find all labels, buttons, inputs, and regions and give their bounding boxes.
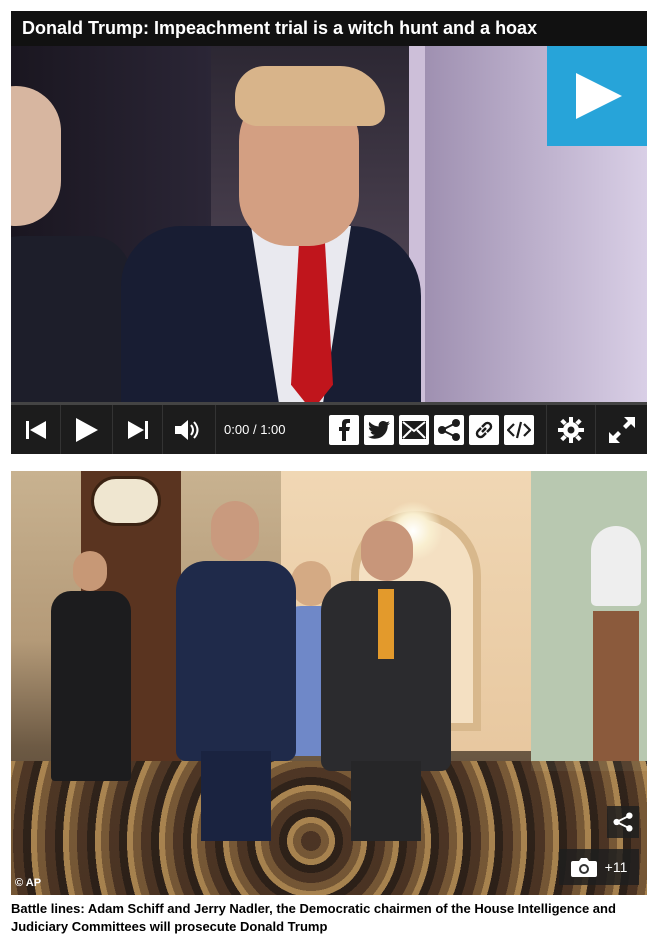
skip-back-icon: [25, 420, 46, 439]
video-title: Donald Trump: Impeachment trial is a wit…: [11, 11, 647, 46]
time-total: 1:00: [260, 422, 286, 437]
photo-clock-face: [91, 476, 161, 526]
skip-forward-button[interactable]: [113, 405, 163, 454]
share-icon: [438, 419, 460, 441]
facebook-icon: [339, 419, 350, 441]
skip-forward-icon: [127, 420, 148, 439]
copy-link-button[interactable]: [469, 415, 499, 445]
embed-icon: [507, 421, 531, 439]
time-current: 0:00: [224, 422, 250, 437]
photo-credit: © AP: [15, 877, 42, 889]
gear-icon: [558, 416, 584, 443]
person-main-hair: [235, 66, 385, 126]
share-icon: [613, 812, 633, 832]
photo-guard: [51, 551, 131, 781]
play-button[interactable]: [61, 405, 113, 454]
photo-man-right: [321, 521, 451, 841]
email-icon: [402, 421, 426, 439]
fullscreen-button[interactable]: [596, 405, 647, 454]
link-icon: [475, 421, 493, 439]
big-play-button[interactable]: [547, 46, 647, 146]
embed-button[interactable]: [504, 415, 534, 445]
photo-caption: Battle lines: Adam Schiff and Jerry Nadl…: [11, 901, 616, 934]
volume-icon: [175, 419, 199, 440]
time-display: 0:00 / 1:00: [216, 405, 286, 454]
article-photo[interactable]: +11 © AP: [11, 471, 647, 895]
fullscreen-icon: [608, 416, 635, 443]
facebook-share-button[interactable]: [329, 415, 359, 445]
gallery-count: +11: [604, 859, 628, 875]
photo-share-button[interactable]: [607, 806, 639, 838]
time-separator: /: [252, 422, 257, 437]
person-left-body: [11, 236, 131, 411]
photo-bust: [591, 526, 641, 606]
share-button[interactable]: [434, 415, 464, 445]
person-left-head: [11, 86, 61, 226]
photo-pedestal: [593, 611, 639, 761]
email-share-button[interactable]: [399, 415, 429, 445]
play-icon: [75, 417, 98, 442]
volume-button[interactable]: [163, 405, 216, 454]
gallery-button[interactable]: +11: [559, 849, 639, 885]
video-frame[interactable]: [11, 46, 647, 411]
video-player[interactable]: Donald Trump: Impeachment trial is a wit…: [11, 11, 647, 454]
skip-back-button[interactable]: [11, 405, 61, 454]
twitter-share-button[interactable]: [364, 415, 394, 445]
photo-man-left: [176, 501, 296, 841]
video-controls: 0:00 / 1:00: [11, 402, 647, 454]
camera-icon: [570, 858, 597, 877]
twitter-icon: [368, 421, 390, 439]
settings-button[interactable]: [546, 405, 596, 454]
